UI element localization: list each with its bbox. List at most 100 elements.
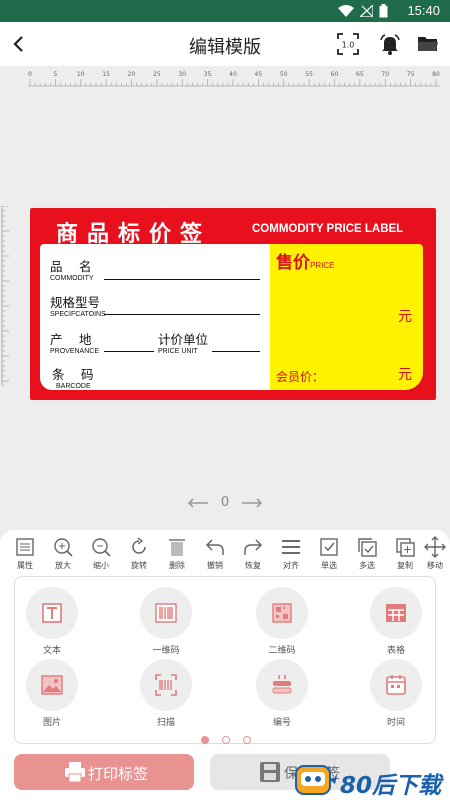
watermark-logo: 80后下载 — [288, 762, 448, 799]
app-header: 编辑模版 1.0 — [0, 22, 450, 66]
ruler-tick-label: 75 — [407, 71, 415, 78]
ruler-tick-label: 70 — [381, 71, 389, 78]
table-icon — [386, 604, 406, 622]
insert-barcode[interactable]: 一维码 — [121, 587, 211, 656]
robot-mascot-icon — [295, 765, 337, 795]
multi-select-icon — [358, 538, 377, 557]
price-panel: 售价PRICE 元 会员价： 元 — [270, 244, 423, 390]
watermark-text: 80后下载 — [340, 773, 442, 799]
ruler-tick-label: 10 — [77, 71, 85, 78]
tool-single-select[interactable]: 单选 — [310, 536, 348, 574]
member-price-label[interactable]: 会员价： — [276, 368, 324, 385]
tool-row: 属性 放大 缩小 旋转 删除 撤销 恢复 对齐 单选 多选 复制 移动 — [6, 536, 450, 574]
ruler-tick-label: 55 — [305, 71, 313, 78]
ruler-tick-label: 60 — [331, 71, 339, 78]
tool-undo[interactable]: 撤销 — [196, 536, 234, 574]
ruler-tick-label: 65 — [356, 71, 364, 78]
insert-time[interactable]: 时间 — [351, 659, 441, 728]
folder-icon[interactable] — [416, 32, 440, 56]
horizontal-ruler: 0 5 10 15 20 25 30 35 40 45 50 55 60 65 70 75 80 — [28, 71, 440, 87]
prev-page-arrow-icon[interactable] — [187, 497, 209, 508]
yuan-unit-2[interactable]: 元 — [398, 364, 412, 384]
ruler-tick-label: 0 — [28, 71, 32, 78]
tool-multi-select[interactable]: 多选 — [348, 536, 386, 574]
move-icon — [424, 536, 446, 558]
price-label-template[interactable]: 商品标价签 COMMODITY PRICE LABEL 品 名 COMMODIT… — [30, 208, 436, 400]
tool-rotate[interactable]: 旋转 — [120, 536, 158, 574]
yuan-unit-1[interactable]: 元 — [398, 306, 412, 326]
actual-size-icon[interactable]: 1.0 — [336, 32, 360, 56]
clock: 15:40 — [407, 3, 440, 18]
single-select-icon — [320, 538, 338, 556]
save-disk-icon — [260, 762, 280, 782]
spec-underline — [104, 314, 260, 315]
page-dot[interactable] — [243, 736, 252, 744]
insert-serial-number[interactable]: 编号 — [237, 659, 327, 728]
delete-icon — [169, 539, 185, 556]
insert-element-panel: 文本 一维码 二维码 表格 图片 扫描 编号 时间 — [14, 576, 436, 744]
ruler-tick-label: 50 — [280, 71, 288, 78]
qrcode-icon — [272, 603, 292, 623]
ruler-tick-label: 5 — [53, 71, 57, 78]
zoom-out-icon — [92, 538, 111, 557]
tool-properties[interactable]: 属性 — [6, 536, 44, 574]
tool-align[interactable]: 对齐 — [272, 536, 310, 574]
redo-icon — [244, 539, 263, 555]
tool-move[interactable]: 移动 — [424, 536, 446, 574]
print-label-button[interactable]: 打印标签 — [14, 754, 194, 790]
insert-qrcode[interactable]: 二维码 — [237, 587, 327, 656]
label-subtitle[interactable]: COMMODITY PRICE LABEL — [252, 223, 403, 235]
insert-text[interactable]: 文本 — [7, 587, 97, 656]
ruler-tick-label: 45 — [255, 71, 263, 78]
editor-toolbar: 属性 放大 缩小 旋转 删除 撤销 恢复 对齐 单选 多选 复制 移动 文本 一… — [0, 530, 450, 800]
undo-icon — [205, 539, 224, 555]
barcode-field[interactable]: 条 码 BARCODE — [52, 364, 96, 390]
text-icon — [42, 603, 62, 623]
provenance-field[interactable]: 产 地 PROVENANCE — [50, 329, 99, 355]
price-unit-field[interactable]: 计价单位 PRICE UNIT — [158, 329, 208, 355]
scan-icon — [155, 674, 177, 696]
info-panel: 品 名 COMMODITY 规格型号 SPECIFCATOINS 产 地 PRO… — [40, 244, 270, 390]
page-dot[interactable] — [222, 736, 230, 744]
properties-icon — [16, 538, 34, 556]
align-icon — [282, 540, 300, 554]
notification-bell-icon[interactable] — [378, 32, 402, 56]
ruler-tick-label: 35 — [204, 71, 212, 78]
price-unit-underline — [212, 351, 260, 352]
page-navigator: 0 — [0, 495, 450, 510]
canvas-area[interactable]: 0 5 10 15 20 25 30 35 40 45 50 55 60 65 70 75 80 商品标价签 C… — [0, 66, 450, 530]
tool-redo[interactable]: 恢复 — [234, 536, 272, 574]
tool-copy[interactable]: 复制 — [386, 536, 424, 574]
commodity-underline — [104, 279, 260, 280]
battery-icon — [379, 4, 388, 18]
status-bar: 15:40 — [0, 0, 450, 22]
copy-icon — [396, 538, 415, 557]
ruler-tick-label: 25 — [153, 71, 161, 78]
tool-zoom-out[interactable]: 缩小 — [82, 536, 120, 574]
time-icon — [386, 675, 406, 695]
image-icon — [41, 675, 63, 695]
provenance-underline — [104, 351, 154, 352]
ruler-tick-label: 40 — [229, 71, 237, 78]
panel-page-dots — [15, 729, 437, 748]
page-number: 0 — [220, 495, 230, 510]
tool-zoom-in[interactable]: 放大 — [44, 536, 82, 574]
insert-table[interactable]: 表格 — [351, 587, 441, 656]
next-page-arrow-icon[interactable] — [241, 497, 263, 508]
signal-icon — [360, 5, 373, 17]
barcode-icon — [155, 603, 177, 623]
price-label[interactable]: 售价PRICE — [276, 248, 334, 273]
spec-field[interactable]: 规格型号 SPECIFCATOINS — [50, 292, 106, 318]
ruler-tick-label: 15 — [102, 71, 110, 78]
commodity-field[interactable]: 品 名 COMMODITY — [50, 256, 94, 282]
vertical-ruler — [1, 206, 9, 386]
insert-image[interactable]: 图片 — [7, 659, 97, 728]
wifi-icon — [338, 5, 354, 17]
serial-number-icon — [272, 675, 292, 694]
tool-delete[interactable]: 删除 — [158, 536, 196, 574]
insert-scan[interactable]: 扫描 — [121, 659, 211, 728]
page-dot[interactable] — [200, 736, 209, 744]
zoom-in-icon — [54, 538, 73, 557]
rotate-icon — [132, 537, 146, 554]
ruler-tick-label: 30 — [178, 71, 186, 78]
